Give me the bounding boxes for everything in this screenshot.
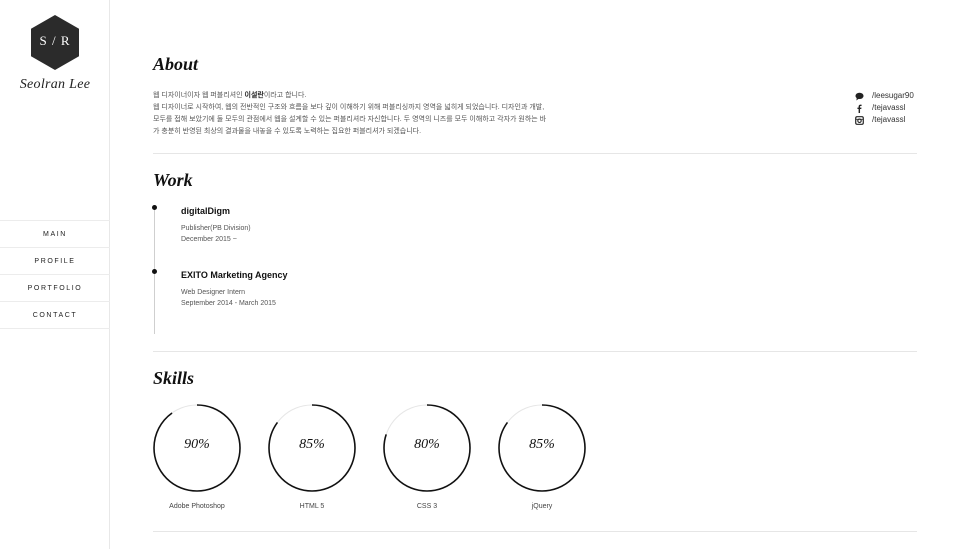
skill-percent: 90%	[184, 437, 210, 452]
social-link-facebook[interactable]: /tejavassl	[855, 102, 925, 114]
job-role: Web Designer Intern	[181, 289, 246, 296]
job-date: December 2015 ~	[181, 236, 237, 243]
social-label: /tejavassl	[872, 115, 906, 124]
nav-item-main[interactable]: MAIN	[0, 221, 110, 248]
nav-item-profile[interactable]: PROFILE	[0, 248, 110, 275]
logo-text: S / R	[39, 33, 71, 48]
site-name: Seolran Lee	[19, 77, 91, 92]
social-label: /leesugar90	[872, 91, 914, 100]
skill-item-jquery: 85% jQuery	[498, 404, 586, 510]
job-company: digitalDigm	[181, 206, 230, 216]
section-divider	[153, 153, 917, 154]
sidebar: S / R Seolran Lee MAIN PROFILE PORTFOLIO…	[0, 0, 110, 549]
facebook-icon	[855, 104, 864, 113]
skill-item-html5: 85% HTML 5	[268, 404, 356, 510]
skills-title: Skills	[153, 368, 195, 388]
work-title: Work	[153, 170, 193, 190]
social-links: /leesugar90 /tejavassl /tejavassl	[855, 90, 925, 126]
logo[interactable]: S / R	[31, 15, 79, 70]
speech-bubble-icon	[855, 92, 864, 101]
skill-item-css3: 80% CSS 3	[383, 404, 471, 510]
instagram-icon	[855, 115, 864, 125]
about-line-2: 웹 디자이너로 시작하여, 웹의 전반적인 구조와 흐름을 보다 깊이 이해하기…	[153, 104, 545, 111]
work-timeline: digitalDigm Publisher(PB Division) Decem…	[152, 205, 553, 334]
section-divider	[153, 531, 917, 532]
section-divider	[153, 351, 917, 352]
timeline-dot	[152, 205, 157, 210]
skill-name: CSS 3	[416, 503, 438, 510]
about-text: 웹 디자이너이자 웹 퍼블리셔인 이설란이라고 합니다. 웹 디자이너로 시작하…	[153, 90, 573, 138]
nav-item-portfolio[interactable]: PORTFOLIO	[0, 275, 110, 302]
job-company: EXITO Marketing Agency	[181, 270, 288, 280]
nav-item-contact[interactable]: CONTACT	[0, 302, 110, 329]
about-line-1: 웹 디자이너이자 웹 퍼블리셔인 이설란이라고 합니다.	[153, 92, 307, 99]
skill-name: jQuery	[531, 503, 553, 510]
about-line-4: 가 충분히 반영된 최상의 결과물을 내놓을 수 있도록 노력하는 집요한 퍼블…	[153, 128, 422, 135]
social-link-instagram[interactable]: /tejavassl	[855, 114, 925, 126]
skill-item-photoshop: 90% Adobe Photoshop	[153, 404, 241, 510]
job-role: Publisher(PB Division)	[181, 225, 251, 232]
about-name: 이설란	[244, 92, 264, 99]
skill-name: HTML 5	[299, 503, 325, 510]
skill-percent: 80%	[414, 437, 440, 452]
timeline-dot	[152, 269, 157, 274]
skill-percent: 85%	[529, 437, 555, 452]
about-line-3: 모두를 접해 보았기에 둘 모두의 관점에서 웹을 설계할 수 있는 퍼블리셔라…	[153, 116, 547, 123]
skill-percent: 85%	[299, 437, 325, 452]
sidebar-nav: MAIN PROFILE PORTFOLIO CONTACT	[0, 220, 110, 329]
about-title: About	[153, 54, 199, 74]
social-label: /tejavassl	[872, 103, 906, 112]
skill-name: Adobe Photoshop	[169, 503, 225, 510]
job-date: September 2014 - March 2015	[181, 300, 276, 307]
social-link-speech[interactable]: /leesugar90	[855, 90, 925, 102]
